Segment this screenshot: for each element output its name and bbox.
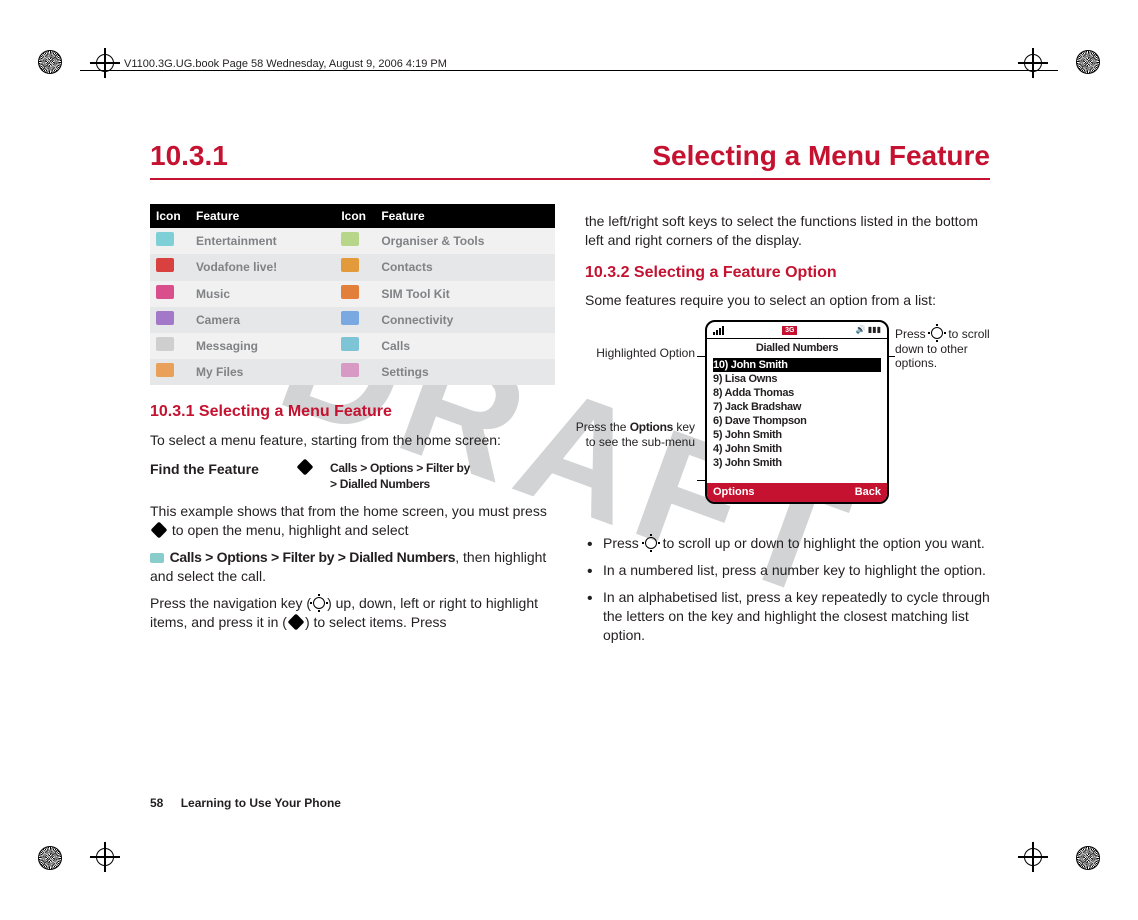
phone-status-bar: 3G 🔊 ▮▮▮ [707,322,887,339]
contacts-icon [341,258,359,272]
list-item: 9) Lisa Owns [713,372,881,386]
settings-icon [341,363,359,377]
print-registration-mark [38,50,62,74]
find-feature-label: Find the Feature [150,460,280,479]
calls-icon [150,553,164,563]
callout-options-key: Press the Options key to see the sub-men… [575,420,695,449]
right-column: the left/right soft keys to select the f… [585,204,990,653]
list-item: Press to scroll up or down to highlight … [585,534,990,553]
table-header: Feature [375,204,555,228]
center-key-icon [151,522,168,539]
navigation-key-icon [645,537,657,549]
body-text: This example shows that from the home sc… [150,502,555,540]
print-registration-mark [38,846,62,870]
table-header: Feature [190,204,335,228]
feature-cell: Connectivity [375,307,555,333]
crop-mark-icon [1018,48,1048,78]
feature-cell: Settings [375,359,555,385]
list-item: 3) John Smith [713,456,881,470]
section-divider [150,178,990,180]
crop-mark-icon [90,48,120,78]
feature-cell: Music [190,281,335,307]
header-meta-text: V1100.3G.UG.book Page 58 Wednesday, Augu… [120,58,451,70]
vodafone-live-icon [156,258,174,272]
feature-cell: Vodafone live! [190,254,335,280]
subsection-heading: 10.3.2 Selecting a Feature Option [585,262,990,284]
menu-path: Calls > Options > Filter by [330,460,470,476]
softkey-right: Back [855,485,881,500]
feature-cell: My Files [190,359,335,385]
navigation-key-icon [931,327,943,339]
page-number: 58 [150,796,163,810]
list-item: 4) John Smith [713,442,881,456]
phone-diagram: Highlighted Option Press the Options key… [585,320,990,520]
calls-icon [341,337,359,351]
crop-mark-icon [90,842,120,872]
network-badge: 3G [782,326,797,335]
body-text: To select a menu feature, starting from … [150,431,555,450]
table-row: Entertainment Organiser & Tools [150,228,555,254]
feature-table: Icon Feature Icon Feature Entertainment … [150,204,555,385]
feature-cell: Contacts [375,254,555,280]
list-item: In a numbered list, press a number key t… [585,561,990,580]
print-registration-mark [1076,50,1100,74]
messaging-icon [156,337,174,351]
bullet-list: Press to scroll up or down to highlight … [585,534,990,644]
list-item: 6) Dave Thompson [713,414,881,428]
camera-icon [156,311,174,325]
body-text: Calls > Options > Filter by > Dialled Nu… [150,548,555,586]
signal-icon [713,326,724,335]
entertainment-icon [156,232,174,246]
sim-toolkit-icon [341,285,359,299]
feature-cell: Camera [190,307,335,333]
body-text: the left/right soft keys to select the f… [585,212,990,250]
feature-cell: Calls [375,333,555,359]
softkey-left: Options [713,485,755,500]
table-header: Icon [150,204,190,228]
center-key-icon [287,613,304,630]
body-text: Some features require you to select an o… [585,291,990,310]
feature-cell: Messaging [190,333,335,359]
page-footer: 58 Learning to Use Your Phone [150,796,341,810]
callout-scroll: Press to scroll down to other options. [895,326,1005,370]
feature-cell: SIM Tool Kit [375,281,555,307]
table-row: Camera Connectivity [150,307,555,333]
center-key-icon [297,458,314,475]
table-row: Music SIM Tool Kit [150,281,555,307]
chapter-title: Learning to Use Your Phone [181,796,341,810]
print-registration-mark [1076,846,1100,870]
music-icon [156,285,174,299]
list-item: 8) Adda Thomas [713,386,881,400]
connectivity-icon [341,311,359,325]
subsection-heading: 10.3.1 Selecting a Menu Feature [150,401,555,423]
feature-cell: Entertainment [190,228,335,254]
table-row: Vodafone live! Contacts [150,254,555,280]
section-title: Selecting a Menu Feature [652,140,990,172]
navigation-key-icon [313,597,325,609]
organiser-icon [341,232,359,246]
list-item: 10) John Smith [713,358,881,372]
sound-battery-icons: 🔊 ▮▮▮ [856,325,881,336]
menu-path: > Dialled Numbers [330,476,470,492]
list-item: 5) John Smith [713,428,881,442]
table-row: My Files Settings [150,359,555,385]
list-item: 7) Jack Bradshaw [713,400,881,414]
table-row: Messaging Calls [150,333,555,359]
crop-mark-icon [1018,842,1048,872]
callout-highlighted-option: Highlighted Option [575,346,695,360]
section-number: 10.3.1 [150,140,228,171]
my-files-icon [156,363,174,377]
left-column: Icon Feature Icon Feature Entertainment … [150,204,555,653]
phone-screen-title: Dialled Numbers [707,339,887,358]
table-header: Icon [335,204,375,228]
list-item: In an alphabetised list, press a key rep… [585,588,990,645]
body-text: Press the navigation key () up, down, le… [150,594,555,632]
header-rule [80,70,1058,71]
feature-cell: Organiser & Tools [375,228,555,254]
phone-screen: 3G 🔊 ▮▮▮ Dialled Numbers 10) John Smith … [705,320,889,504]
find-the-feature-block: Find the Feature Calls > Options > Filte… [150,460,555,492]
